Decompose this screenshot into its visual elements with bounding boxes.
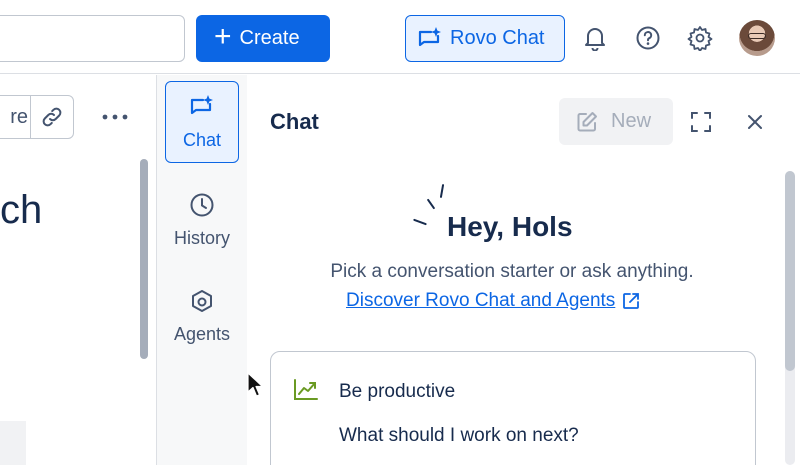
close-button[interactable] (742, 109, 768, 135)
chat-sparkle-icon (190, 94, 213, 114)
greeting-sparkle (439, 183, 445, 199)
rail-item-history[interactable]: History (165, 179, 239, 261)
rovo-chat-label: Rovo Chat (450, 27, 545, 49)
share-button[interactable]: re (0, 95, 30, 139)
greeting-sparkle (426, 198, 436, 210)
clock-icon (190, 193, 214, 216)
link-icon (42, 107, 62, 127)
discover-link[interactable]: Discover Rovo Chat and Agents (346, 290, 641, 312)
share-button-label: re (10, 105, 28, 128)
plus-icon: + (214, 20, 232, 53)
gear-icon[interactable] (686, 24, 714, 52)
more-icon (102, 114, 128, 120)
chat-title: Chat (270, 109, 319, 134)
chat-scrollbar-thumb[interactable] (785, 171, 795, 371)
new-chat-label: New (611, 110, 652, 132)
rail-item-agents[interactable]: Agents (165, 275, 239, 357)
chat-sparkle-icon (418, 26, 441, 46)
greeting-subtext: Pick a conversation starter or ask anyth… (330, 261, 694, 282)
help-icon[interactable] (634, 24, 662, 52)
conversation-starter-card[interactable]: Be productive What should I work on next… (270, 351, 756, 465)
starter-prompt[interactable]: What should I work on next? (339, 425, 579, 447)
copy-link-button[interactable] (30, 95, 74, 139)
avatar[interactable] (739, 20, 775, 56)
agents-icon (192, 289, 212, 312)
close-icon (748, 115, 762, 129)
expand-button[interactable] (688, 109, 714, 135)
expand-icon (691, 112, 711, 132)
rail-item-label: History (173, 227, 230, 248)
search-input[interactable] (0, 15, 185, 62)
starter-title: Be productive (339, 381, 456, 402)
rovo-chat-button[interactable]: Rovo Chat (405, 15, 565, 62)
more-actions-button[interactable] (98, 105, 132, 129)
rail-item-chat[interactable]: Chat (165, 81, 239, 163)
create-button-label: Create (239, 27, 300, 49)
page-title: ch (0, 188, 43, 232)
new-chat-button[interactable]: New (559, 98, 673, 145)
page-block (0, 421, 26, 465)
create-button[interactable]: + Create (196, 15, 330, 62)
trend-up-icon (294, 379, 318, 400)
mouse-cursor-icon (247, 372, 264, 397)
bell-icon[interactable] (581, 24, 609, 52)
top-navigation-bar: + Create Rovo Chat (0, 0, 800, 74)
app-root: + Create Rovo Chat re ch Chat History Ag… (0, 0, 800, 465)
page-content: re ch (0, 75, 156, 465)
edit-icon (577, 111, 597, 131)
avatar-glasses (748, 33, 766, 39)
external-link-icon (623, 293, 640, 309)
rovo-panel: Chat History Agents Chat New Hey, Hols P… (156, 75, 800, 465)
rail-item-label: Agents (173, 323, 231, 344)
greeting-heading: Hey, Hols (447, 211, 573, 242)
chat-area: Chat New Hey, Hols Pick a conversation s… (247, 75, 800, 465)
greeting-sparkle (413, 218, 427, 226)
rovo-side-rail: Chat History Agents (157, 75, 247, 465)
rail-item-label: Chat (182, 129, 222, 150)
discover-link-label: Discover Rovo Chat and Agents (346, 290, 616, 311)
page-scrollbar[interactable] (140, 159, 148, 359)
